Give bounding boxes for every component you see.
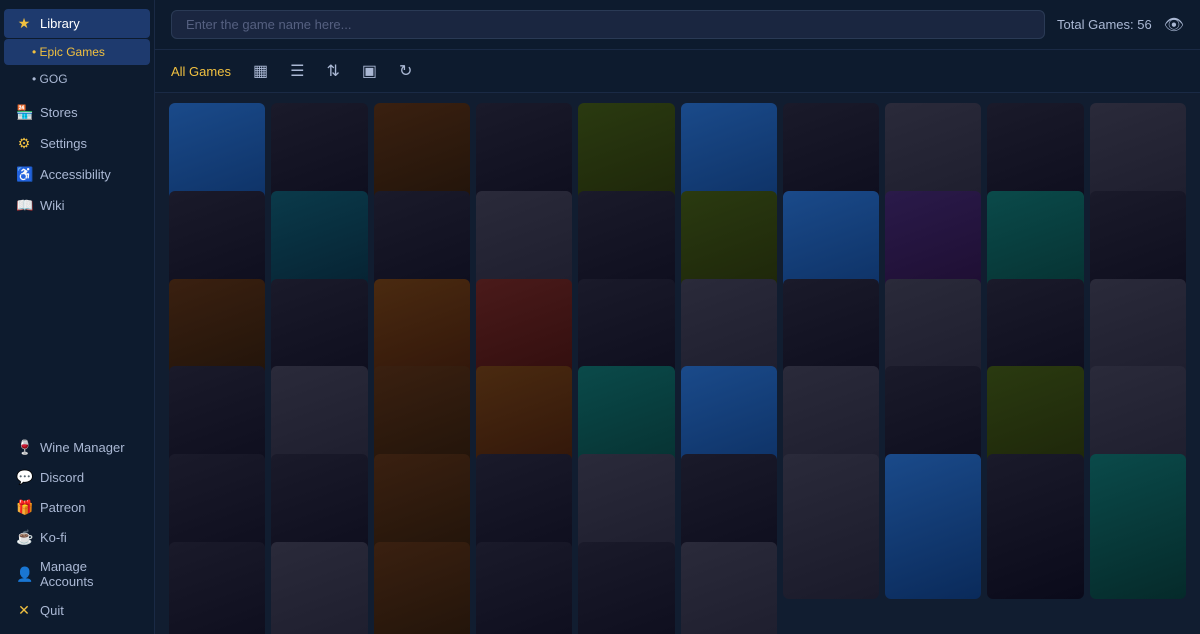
sidebar-accessibility-label: Accessibility bbox=[40, 167, 111, 182]
game-tile[interactable] bbox=[476, 542, 572, 634]
filter-bar: All Games ▦ ☰ ⇅ ▣ ↻ bbox=[155, 50, 1200, 93]
game-tile[interactable] bbox=[271, 542, 367, 634]
sidebar-item-wiki[interactable]: 📖 Wiki bbox=[4, 191, 150, 220]
sidebar-stores-label: Stores bbox=[40, 105, 78, 120]
sidebar-item-stores[interactable]: 🏪 Stores bbox=[4, 98, 150, 127]
patreon-icon: 🎁 bbox=[16, 499, 32, 516]
sidebar-item-accessibility[interactable]: ♿ Accessibility bbox=[4, 160, 150, 189]
sidebar-item-settings[interactable]: ⚙ Settings bbox=[4, 129, 150, 158]
sidebar-gog-label: • GOG bbox=[32, 72, 68, 86]
category-icon[interactable]: ▣ bbox=[356, 58, 383, 84]
sidebar: ★ Library • Epic Games • GOG 🏪 Stores ⚙ … bbox=[0, 0, 155, 634]
main-content: Total Games: 56 👁 All Games ▦ ☰ ⇅ ▣ ↻ AB… bbox=[155, 0, 1200, 634]
refresh-icon[interactable]: ↻ bbox=[393, 58, 418, 84]
sidebar-item-epic-games[interactable]: • Epic Games bbox=[4, 39, 150, 65]
sort-icon[interactable]: ⇅ bbox=[320, 58, 345, 84]
sidebar-wiki-label: Wiki bbox=[40, 198, 65, 213]
stores-icon: 🏪 bbox=[16, 104, 32, 121]
sidebar-kofi-label: Ko-fi bbox=[40, 530, 67, 545]
sidebar-item-gog[interactable]: • GOG bbox=[4, 66, 150, 92]
wiki-icon: 📖 bbox=[16, 197, 32, 214]
grid-view-icon[interactable]: ▦ bbox=[247, 58, 274, 84]
accounts-icon: 👤 bbox=[16, 566, 32, 583]
header: Total Games: 56 👁 bbox=[155, 0, 1200, 50]
sidebar-item-manage-accounts[interactable]: 👤 Manage Accounts bbox=[4, 553, 150, 595]
sidebar-epic-label: • Epic Games bbox=[32, 45, 105, 59]
sidebar-item-kofi[interactable]: ☕ Ko-fi bbox=[4, 523, 150, 552]
game-tile[interactable] bbox=[1090, 454, 1186, 598]
game-tile[interactable] bbox=[885, 454, 981, 598]
sidebar-wine-label: Wine Manager bbox=[40, 440, 125, 455]
total-games-label: Total Games: 56 bbox=[1057, 17, 1152, 32]
sidebar-item-quit[interactable]: ✕ Quit bbox=[4, 596, 150, 625]
game-tile[interactable] bbox=[783, 454, 879, 598]
sidebar-item-library[interactable]: ★ Library bbox=[4, 9, 150, 38]
settings-icon: ⚙ bbox=[16, 135, 32, 152]
game-grid: ABZÛAlien IsolationAmnesia: A Machine fo… bbox=[155, 93, 1200, 634]
list-view-icon[interactable]: ☰ bbox=[284, 58, 310, 84]
sidebar-discord-label: Discord bbox=[40, 470, 84, 485]
game-tile[interactable] bbox=[578, 542, 674, 634]
sidebar-item-discord[interactable]: 💬 Discord bbox=[4, 463, 150, 492]
kofi-icon: ☕ bbox=[16, 529, 32, 546]
sidebar-item-wine-manager[interactable]: 🍷 Wine Manager bbox=[4, 433, 150, 462]
sidebar-patreon-label: Patreon bbox=[40, 500, 86, 515]
accessibility-icon: ♿ bbox=[16, 166, 32, 183]
sidebar-accounts-label: Manage Accounts bbox=[40, 559, 138, 589]
library-icon: ★ bbox=[16, 15, 32, 32]
sidebar-item-patreon[interactable]: 🎁 Patreon bbox=[4, 493, 150, 522]
game-tile[interactable] bbox=[374, 542, 470, 634]
quit-icon: ✕ bbox=[16, 602, 32, 619]
sidebar-quit-label: Quit bbox=[40, 603, 64, 618]
game-tile[interactable] bbox=[987, 454, 1083, 598]
search-input[interactable] bbox=[171, 10, 1045, 39]
discord-icon: 💬 bbox=[16, 469, 32, 486]
wine-icon: 🍷 bbox=[16, 439, 32, 456]
game-tile[interactable] bbox=[169, 542, 265, 634]
eye-icon[interactable]: 👁 bbox=[1164, 15, 1184, 35]
sidebar-library-label: Library bbox=[40, 16, 80, 31]
sidebar-settings-label: Settings bbox=[40, 136, 87, 151]
all-games-label: All Games bbox=[171, 64, 231, 79]
game-tile[interactable] bbox=[681, 542, 777, 634]
